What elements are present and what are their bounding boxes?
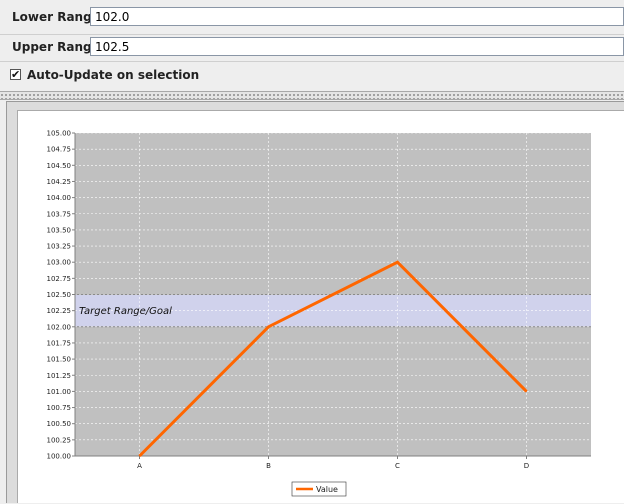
y-tick-label: 100.75	[47, 404, 72, 412]
y-tick-label: 100.00	[47, 453, 72, 461]
x-tick-label: C	[395, 462, 400, 470]
y-tick-label: 101.25	[47, 372, 72, 380]
upper-range-row: Upper Range	[0, 34, 624, 61]
upper-range-label: Upper Range	[12, 40, 100, 54]
y-tick-label: 102.00	[47, 323, 72, 331]
y-tick-label: 103.00	[47, 259, 72, 267]
lower-range-row: Lower Range	[0, 0, 624, 34]
data-point	[526, 390, 527, 392]
line-chart: 100.00 100.25 100.50 100.75 101.00 101.25 101.…	[47, 130, 591, 497]
y-tick-label: 104.25	[47, 178, 72, 186]
y-tick-label: 103.75	[47, 210, 72, 218]
auto-update-label[interactable]: Auto-Update on selection	[27, 68, 199, 82]
data-point	[268, 326, 269, 328]
y-tick-label: 100.50	[47, 420, 72, 428]
y-tick-label: 102.50	[47, 291, 72, 299]
auto-update-checkbox[interactable]: ✔	[10, 69, 21, 80]
y-tick-label: 104.50	[47, 162, 72, 170]
x-tick-label: A	[137, 462, 142, 470]
y-tick-label: 105.00	[47, 130, 72, 138]
data-point	[139, 455, 140, 457]
y-tick-label: 100.25	[47, 436, 72, 444]
y-tick-label: 104.75	[47, 146, 72, 154]
data-point	[397, 261, 398, 263]
y-tick-label: 101.50	[47, 356, 72, 364]
y-tick-label: 103.50	[47, 226, 72, 234]
target-range-label: Target Range/Goal	[79, 306, 172, 317]
x-tick-label: B	[266, 462, 271, 470]
y-tick-label: 102.25	[47, 307, 72, 315]
y-tick-label: 102.75	[47, 275, 72, 283]
y-tick-label: 101.75	[47, 339, 72, 347]
x-tick-label: D	[524, 462, 529, 470]
chart-panel: 100.00 100.25 100.50 100.75 101.00 101.25 101.…	[17, 110, 624, 503]
y-tick-label: 103.25	[47, 243, 72, 251]
y-tick-label: 101.00	[47, 388, 72, 396]
split-pane-divider[interactable]	[0, 91, 624, 100]
lower-range-input[interactable]	[90, 7, 624, 26]
auto-update-row[interactable]: ✔ Auto-Update on selection	[0, 62, 624, 90]
upper-range-input[interactable]	[90, 37, 624, 56]
legend-label-value: Value	[316, 485, 338, 494]
y-tick-label: 104.00	[47, 194, 72, 202]
lower-range-label: Lower Range	[12, 10, 100, 24]
